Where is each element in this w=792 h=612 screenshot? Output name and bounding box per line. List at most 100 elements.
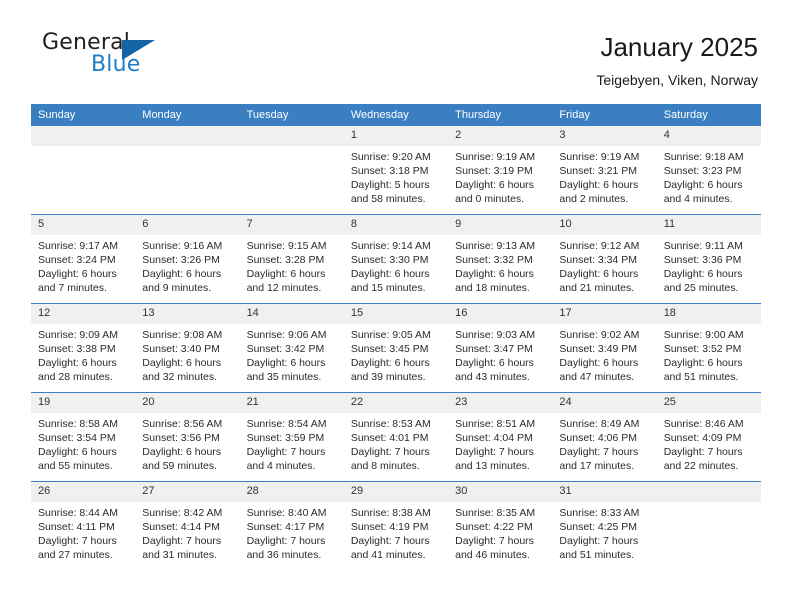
day-daylight-line2-text: and 0 minutes. [455, 193, 525, 205]
day-cell-inner: 23 Sunrise: 8:51 AM Sunset: 4:04 PM Dayligh… [448, 393, 553, 481]
day-daylight-line2-text: and 51 minutes. [559, 549, 635, 561]
day-number: 5 [31, 215, 136, 235]
calendar-day-cell[interactable]: 4 Sunrise: 9:18 AM Sunset: 3:23 PM Daylight… [656, 126, 761, 215]
day-sun-info: Sunrise: 8:49 AM Sunset: 4:06 PM Daylight:… [552, 413, 656, 473]
day-daylight-line2-text: and 7 minutes. [38, 282, 107, 294]
day-sun-info: Sunrise: 9:00 AM Sunset: 3:52 PM Daylight:… [657, 324, 761, 384]
day-sunset-text: Sunset: 4:22 PM [455, 521, 533, 533]
calendar-day-cell[interactable]: 21 Sunrise: 8:54 AM Sunset: 3:59 PM Dayligh… [239, 392, 344, 482]
day-daylight-line1-text: Daylight: 7 hours [455, 446, 534, 458]
day-number [239, 126, 344, 146]
calendar-day-cell[interactable]: 26 Sunrise: 8:44 AM Sunset: 4:11 PM Dayligh… [31, 481, 136, 570]
day-sunset-text: Sunset: 4:09 PM [663, 432, 742, 444]
day-sunrise-text: Sunrise: 8:49 AM [559, 418, 640, 430]
calendar-day-cell[interactable]: 10 Sunrise: 9:12 AM Sunset: 3:34 PM Dayligh… [552, 214, 657, 304]
day-number: 3 [552, 126, 657, 146]
day-cell-inner: 13 Sunrise: 9:08 AM Sunset: 3:40 PM Dayligh… [135, 304, 240, 392]
day-number: 23 [448, 393, 553, 413]
calendar-day-cell[interactable]: 18 Sunrise: 9:00 AM Sunset: 3:52 PM Dayligh… [656, 303, 761, 393]
calendar-day-cell[interactable]: 27 Sunrise: 8:42 AM Sunset: 4:14 PM Dayligh… [135, 481, 240, 570]
day-daylight-line2-text: and 21 minutes. [559, 282, 635, 294]
day-cell-inner: 11 Sunrise: 9:11 AM Sunset: 3:36 PM Dayligh… [656, 215, 761, 303]
day-daylight-line1-text: Daylight: 6 hours [142, 268, 222, 280]
calendar-day-cell[interactable]: 16 Sunrise: 9:03 AM Sunset: 3:47 PM Dayligh… [448, 303, 553, 393]
day-cell-inner: 12 Sunrise: 9:09 AM Sunset: 3:38 PM Dayligh… [31, 304, 136, 392]
day-sunset-text: Sunset: 3:23 PM [663, 165, 742, 177]
day-daylight-line2-text: and 8 minutes. [350, 460, 420, 472]
calendar-day-cell[interactable]: 24 Sunrise: 8:49 AM Sunset: 4:06 PM Dayligh… [552, 392, 657, 482]
day-daylight-line2-text: and 51 minutes. [663, 371, 739, 383]
day-cell-inner: 4 Sunrise: 9:18 AM Sunset: 3:23 PM Daylight… [656, 126, 761, 214]
day-daylight-line2-text: and 55 minutes. [38, 460, 113, 472]
day-cell-inner: 22 Sunrise: 8:53 AM Sunset: 4:01 PM Dayligh… [343, 393, 449, 481]
day-number: 24 [552, 393, 657, 413]
day-cell-inner [31, 126, 136, 214]
day-number: 6 [135, 215, 240, 235]
logo-text-blue: Blue [91, 52, 141, 77]
calendar-day-cell[interactable]: 19 Sunrise: 8:58 AM Sunset: 3:54 PM Dayligh… [31, 392, 136, 482]
calendar-day-cell[interactable]: 3 Sunrise: 9:19 AM Sunset: 3:21 PM Daylight… [552, 126, 657, 215]
day-sun-info: Sunrise: 8:54 AM Sunset: 3:59 PM Daylight:… [240, 413, 344, 473]
calendar-day-cell[interactable]: 5 Sunrise: 9:17 AM Sunset: 3:24 PM Daylight… [31, 214, 136, 304]
calendar-day-cell[interactable]: 23 Sunrise: 8:51 AM Sunset: 4:04 PM Dayligh… [448, 392, 553, 482]
calendar-day-cell[interactable]: 22 Sunrise: 8:53 AM Sunset: 4:01 PM Dayligh… [343, 392, 449, 482]
general-blue-logo[interactable]: General Blue [34, 28, 174, 84]
day-daylight-line1-text: Daylight: 6 hours [350, 268, 430, 280]
day-sunrise-text: Sunrise: 9:05 AM [350, 329, 431, 341]
calendar-day-cell[interactable]: 6 Sunrise: 9:16 AM Sunset: 3:26 PM Daylight… [135, 214, 240, 304]
day-cell-inner: 20 Sunrise: 8:56 AM Sunset: 3:56 PM Dayligh… [135, 393, 240, 481]
day-sun-info: Sunrise: 8:40 AM Sunset: 4:17 PM Daylight:… [240, 502, 344, 562]
day-sun-info: Sunrise: 9:06 AM Sunset: 3:42 PM Daylight:… [240, 324, 344, 384]
calendar-day-cell[interactable]: 29 Sunrise: 8:38 AM Sunset: 4:19 PM Dayligh… [343, 481, 449, 570]
calendar-day-cell[interactable]: 20 Sunrise: 8:56 AM Sunset: 3:56 PM Dayligh… [135, 392, 240, 482]
day-sunset-text: Sunset: 3:21 PM [559, 165, 638, 177]
day-cell-inner: 30 Sunrise: 8:35 AM Sunset: 4:22 PM Dayligh… [448, 482, 553, 570]
day-number: 18 [656, 304, 761, 324]
day-sunset-text: Sunset: 4:17 PM [246, 521, 325, 533]
calendar-day-cell[interactable]: 28 Sunrise: 8:40 AM Sunset: 4:17 PM Dayligh… [239, 481, 344, 570]
calendar-day-cell[interactable]: 14 Sunrise: 9:06 AM Sunset: 3:42 PM Dayligh… [239, 303, 344, 393]
day-cell-inner: 9 Sunrise: 9:13 AM Sunset: 3:32 PM Daylight… [448, 215, 553, 303]
day-number: 29 [343, 482, 449, 502]
calendar-day-cell [31, 126, 136, 215]
calendar-week-row: 19 Sunrise: 8:58 AM Sunset: 3:54 PM Dayligh… [31, 392, 761, 482]
day-daylight-line2-text: and 32 minutes. [142, 371, 217, 383]
calendar-day-cell[interactable]: 7 Sunrise: 9:15 AM Sunset: 3:28 PM Daylight… [239, 214, 344, 304]
calendar-day-cell[interactable]: 1 Sunrise: 9:20 AM Sunset: 3:18 PM Daylight… [343, 126, 449, 215]
calendar-day-cell[interactable]: 9 Sunrise: 9:13 AM Sunset: 3:32 PM Daylight… [448, 214, 553, 304]
day-sunrise-text: Sunrise: 9:14 AM [350, 240, 431, 252]
calendar-day-cell[interactable]: 17 Sunrise: 9:02 AM Sunset: 3:49 PM Dayligh… [552, 303, 657, 393]
title-block: January 2025 Teigebyen, Viken, Norway [596, 28, 758, 90]
day-number: 21 [239, 393, 344, 413]
day-sun-info: Sunrise: 9:19 AM Sunset: 3:19 PM Daylight:… [448, 146, 552, 206]
day-daylight-line2-text: and 27 minutes. [38, 549, 113, 561]
page-header: General Blue January 2025 Teigebyen, Vik… [0, 0, 792, 104]
day-sun-info: Sunrise: 9:11 AM Sunset: 3:36 PM Daylight:… [657, 235, 761, 295]
weekday-header-row: Sunday Monday Tuesday Wednesday Thursday… [31, 104, 761, 126]
day-daylight-line2-text: and 41 minutes. [350, 549, 426, 561]
calendar-day-cell [656, 481, 761, 570]
day-sunrise-text: Sunrise: 9:20 AM [350, 151, 431, 163]
calendar-day-cell[interactable]: 11 Sunrise: 9:11 AM Sunset: 3:36 PM Dayligh… [656, 214, 761, 304]
day-sunrise-text: Sunrise: 9:19 AM [455, 151, 536, 163]
day-daylight-line2-text: and 43 minutes. [455, 371, 530, 383]
day-number [135, 126, 240, 146]
calendar-day-cell[interactable]: 13 Sunrise: 9:08 AM Sunset: 3:40 PM Dayligh… [135, 303, 240, 393]
day-cell-inner: 5 Sunrise: 9:17 AM Sunset: 3:24 PM Daylight… [31, 215, 136, 303]
day-sun-info: Sunrise: 8:51 AM Sunset: 4:04 PM Daylight:… [448, 413, 552, 473]
calendar-day-cell[interactable]: 30 Sunrise: 8:35 AM Sunset: 4:22 PM Dayligh… [448, 481, 553, 570]
day-daylight-line2-text: and 2 minutes. [559, 193, 629, 205]
calendar-day-cell[interactable]: 15 Sunrise: 9:05 AM Sunset: 3:45 PM Dayligh… [343, 303, 449, 393]
day-cell-inner: 17 Sunrise: 9:02 AM Sunset: 3:49 PM Dayligh… [552, 304, 657, 392]
calendar-day-cell[interactable]: 8 Sunrise: 9:14 AM Sunset: 3:30 PM Daylight… [343, 214, 449, 304]
day-sunrise-text: Sunrise: 8:56 AM [142, 418, 223, 430]
day-daylight-line2-text: and 35 minutes. [246, 371, 322, 383]
calendar-day-cell[interactable]: 25 Sunrise: 8:46 AM Sunset: 4:09 PM Dayligh… [656, 392, 761, 482]
day-daylight-line1-text: Daylight: 6 hours [38, 446, 117, 458]
day-sunrise-text: Sunrise: 8:42 AM [142, 507, 223, 519]
day-sunset-text: Sunset: 3:56 PM [142, 432, 220, 444]
calendar-day-cell[interactable]: 2 Sunrise: 9:19 AM Sunset: 3:19 PM Daylight… [448, 126, 553, 215]
day-cell-inner: 3 Sunrise: 9:19 AM Sunset: 3:21 PM Daylight… [552, 126, 657, 214]
calendar-day-cell[interactable]: 31 Sunrise: 8:33 AM Sunset: 4:25 PM Dayligh… [552, 481, 657, 570]
calendar-day-cell[interactable]: 12 Sunrise: 9:09 AM Sunset: 3:38 PM Dayligh… [31, 303, 136, 393]
